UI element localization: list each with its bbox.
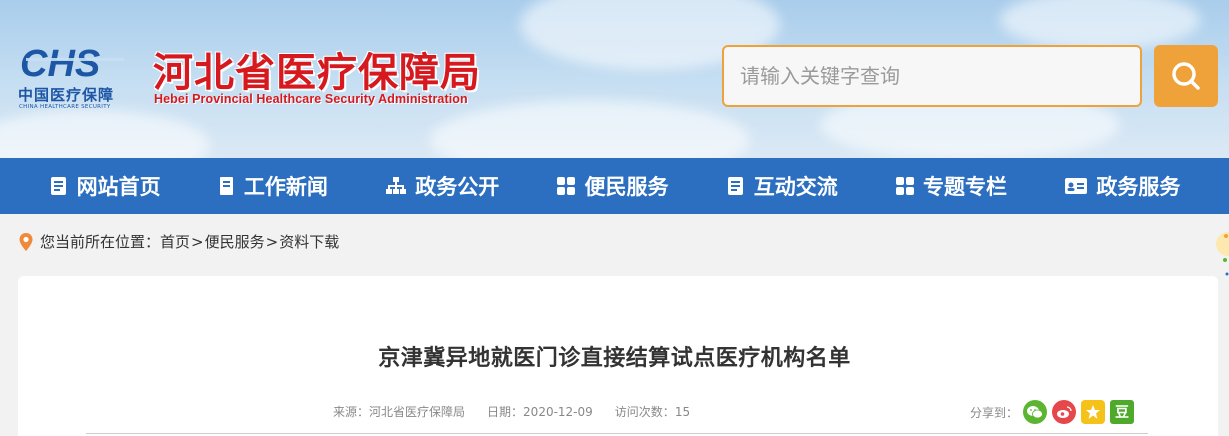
cloud-decoration [0,110,210,158]
nav-item-home[interactable]: 网站首页 [49,171,161,201]
nav-item-label: 工作新闻 [243,175,328,199]
breadcrumb-separator: > [191,232,204,251]
grid-icon [557,177,576,195]
nav-item-interaction[interactable]: 互动交流 [726,171,838,201]
search-icon [1172,62,1200,90]
nav-item-label: 互动交流 [753,175,838,199]
article-meta: 来源：河北省医疗保障局 日期：2020-12-09 访问次数：15 [333,403,690,420]
nav-item-services[interactable]: 便民服务 [556,171,668,201]
breadcrumb-separator: > [265,232,279,251]
article-date: 日期：2020-12-09 [487,405,593,419]
bookmark-icon [219,177,233,195]
nav-item-news[interactable]: 工作新闻 [218,171,328,201]
star-icon [1086,405,1101,419]
douban-icon: 豆 [1115,405,1130,421]
nav-item-label: 网站首页 [76,175,161,199]
logo-chinese-text: 中国医疗保障 [18,86,115,104]
share-qzone-button[interactable] [1081,400,1106,424]
nav-item-label: 政务服务 [1096,175,1181,199]
weibo-icon [1057,406,1072,418]
location-pin-icon [19,232,33,251]
share-weibo-button[interactable] [1052,400,1077,424]
search-button[interactable] [1154,45,1218,107]
nav-item-label: 便民服务 [584,175,669,199]
nav-item-label: 专题专栏 [923,175,1008,199]
id-card-icon [1065,178,1088,194]
share-douban-button[interactable]: 豆 [1110,400,1135,424]
nav-item-label: 政务公开 [415,175,500,199]
nav-item-topics[interactable]: 专题专栏 [895,171,1007,201]
article-title: 京津冀异地就医门诊直接结算试点医疗机构名单 [378,346,851,371]
grid-icon [896,177,915,195]
cloud-decoration [1000,0,1200,50]
content-divider [86,433,1148,434]
breadcrumb-prefix: 您当前所在位置： [40,233,161,251]
breadcrumb-downloads[interactable]: 资料下载 [279,231,339,252]
hierarchy-icon [386,177,407,194]
breadcrumb: 您当前所在位置： 首页 > 便民服务 > 资料下载 [18,231,339,252]
share-label: 分享到： [970,405,1019,420]
site-subtitle: Hebei Provincial Healthcare Security Adm… [154,92,468,106]
article-views: 访问次数：15 [614,405,691,419]
breadcrumb-home[interactable]: 首页 [160,231,190,252]
nav-item-gov-open[interactable]: 政务公开 [385,171,499,201]
article-source: 来源：河北省医疗保障局 [333,405,466,419]
svg-text:CHS: CHS [20,44,100,80]
share-wechat-button[interactable] [1023,400,1048,424]
wechat-icon [1027,406,1043,419]
float-widget-decoration[interactable] [1216,226,1229,286]
site-header: CHS 中国医疗保障 CHINA HEALTHCARE SECURITY 河北省… [0,0,1229,158]
share-bar: 分享到： 豆 [970,400,1135,424]
cloud-decoration [430,100,750,158]
nav-item-gov-services[interactable]: 政务服务 [1064,171,1180,201]
list-icon [727,177,743,195]
breadcrumb-services[interactable]: 便民服务 [205,231,265,252]
logo-english-text: CHINA HEALTHCARE SECURITY [19,104,111,110]
site-title[interactable]: 河北省医疗保障局 [153,40,481,98]
list-icon [50,177,66,195]
search-input[interactable] [722,45,1142,107]
main-nav: 网站首页 工作新闻 政务公开 便民服务 互动交流 专题专栏 政务服务 [0,158,1229,214]
chs-logo[interactable]: CHS [20,44,130,80]
